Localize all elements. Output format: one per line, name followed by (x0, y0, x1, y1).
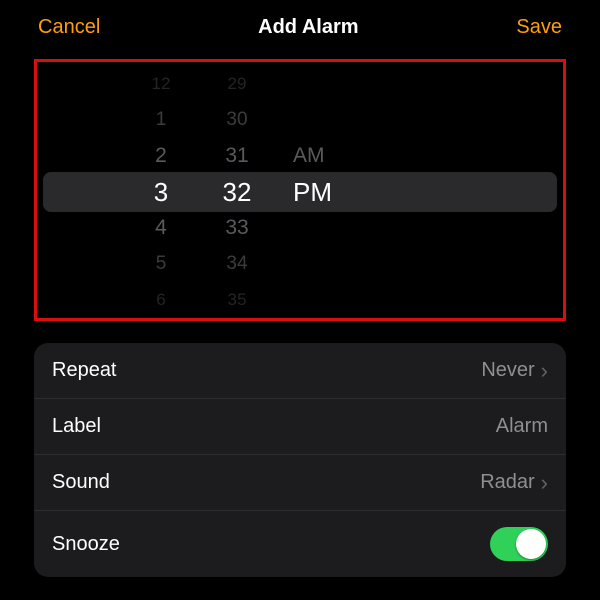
save-button[interactable]: Save (516, 16, 562, 39)
snooze-toggle[interactable] (490, 527, 548, 561)
period-spacer (293, 246, 339, 282)
period-picker[interactable]: AM PM (293, 70, 339, 314)
hour-option: 2 (141, 138, 181, 174)
hour-option: 4 (141, 210, 181, 246)
sound-row[interactable]: Sound Radar › (34, 455, 566, 511)
hour-picker[interactable]: 12 1 2 3 4 5 6 (141, 70, 181, 314)
repeat-value: Never (481, 359, 534, 382)
cancel-button[interactable]: Cancel (38, 16, 100, 39)
minute-option: 33 (217, 210, 257, 246)
add-alarm-screen: Cancel Add Alarm Save 12 1 2 3 4 5 6 29 … (20, 0, 580, 577)
alarm-settings-list: Repeat Never › Label Alarm Sound Radar ›… (34, 343, 566, 577)
minute-option: 29 (217, 66, 257, 102)
period-spacer (293, 210, 339, 246)
minute-option: 30 (217, 102, 257, 138)
time-picker-highlight-box: 12 1 2 3 4 5 6 29 30 31 32 33 34 35 (34, 59, 566, 321)
minute-option: 34 (217, 246, 257, 282)
period-spacer (293, 282, 339, 318)
time-picker: 12 1 2 3 4 5 6 29 30 31 32 33 34 35 (37, 70, 563, 314)
picker-columns: 12 1 2 3 4 5 6 29 30 31 32 33 34 35 (37, 70, 563, 314)
label-value-group: Alarm (496, 415, 548, 438)
label-row[interactable]: Label Alarm (34, 399, 566, 455)
snooze-label: Snooze (52, 533, 120, 556)
sound-value-group: Radar › (480, 471, 548, 494)
repeat-row[interactable]: Repeat Never › (34, 343, 566, 399)
label-value: Alarm (496, 415, 548, 438)
hour-option: 12 (141, 66, 181, 102)
snooze-row: Snooze (34, 511, 566, 577)
period-am: AM (293, 138, 339, 174)
page-title: Add Alarm (258, 16, 358, 39)
hour-selected: 3 (141, 174, 181, 210)
sound-value: Radar (480, 471, 534, 494)
label-label: Label (52, 415, 101, 438)
repeat-value-group: Never › (481, 359, 548, 382)
minute-picker[interactable]: 29 30 31 32 33 34 35 (217, 70, 257, 314)
hour-option: 6 (141, 282, 181, 318)
chevron-right-icon: › (541, 360, 548, 382)
sound-label: Sound (52, 471, 110, 494)
period-spacer (293, 66, 339, 102)
hour-option: 1 (141, 102, 181, 138)
minute-option: 35 (217, 282, 257, 318)
period-spacer (293, 102, 339, 138)
chevron-right-icon: › (541, 472, 548, 494)
minute-option: 31 (217, 138, 257, 174)
hour-option: 5 (141, 246, 181, 282)
repeat-label: Repeat (52, 359, 117, 382)
navbar: Cancel Add Alarm Save (20, 4, 580, 49)
minute-selected: 32 (217, 174, 257, 210)
period-selected: PM (293, 174, 339, 210)
toggle-knob (516, 529, 546, 559)
